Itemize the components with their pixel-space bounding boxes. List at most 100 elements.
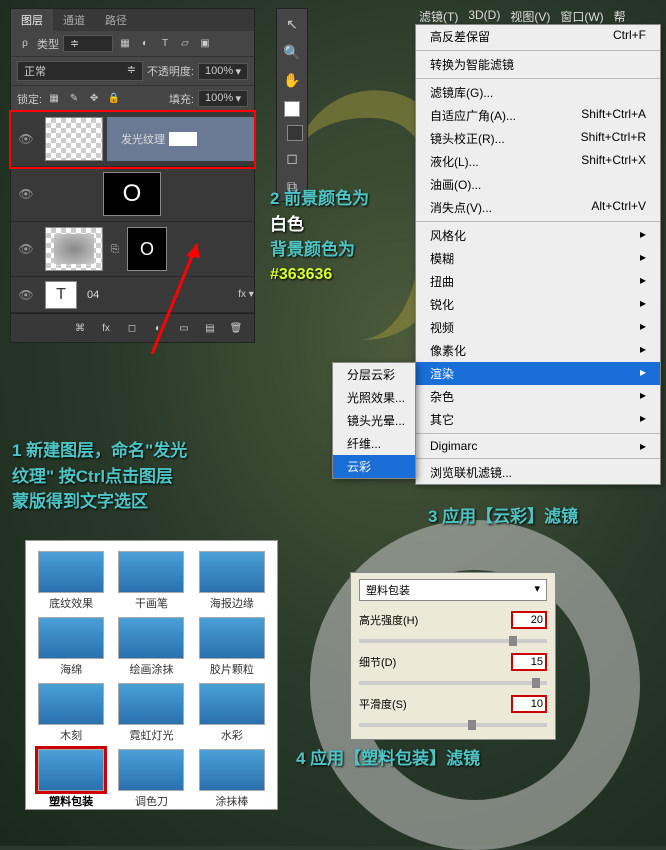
menu-item[interactable]: 其它▸ xyxy=(416,408,660,431)
tab-paths[interactable]: 路径 xyxy=(95,9,137,31)
visibility-icon[interactable]: 👁 xyxy=(11,242,41,256)
hand-tool-icon[interactable]: ✋ xyxy=(281,69,303,91)
setting-input[interactable] xyxy=(511,695,547,713)
layer-row-O-big[interactable]: 👁 O xyxy=(11,167,254,222)
annotation-step3: 3 应用【云彩】滤镜 xyxy=(428,504,578,530)
quickmask-icon[interactable]: ◻ xyxy=(281,147,303,169)
layer-row-glow-texture[interactable]: 👁 发光纹理 xyxy=(11,112,254,167)
gallery-item[interactable]: 胶片颗粒 xyxy=(197,617,267,677)
visibility-icon[interactable]: 👁 xyxy=(11,288,41,302)
layer-name: 发光纹理 xyxy=(121,131,165,147)
lock-pixels-icon[interactable]: ✎ xyxy=(66,91,82,107)
fx-button-icon[interactable]: fx xyxy=(98,320,114,336)
menu-item[interactable]: 转换为智能滤镜 xyxy=(416,53,660,76)
submenu-item[interactable]: 分层云彩 xyxy=(333,363,415,386)
layer-row-O-small[interactable]: 👁 ⎘ O xyxy=(11,222,254,277)
menu-item[interactable]: 渲染▸ xyxy=(416,362,660,385)
fill-label: 填充: xyxy=(169,91,194,107)
submenu-item[interactable]: 镜头光晕... xyxy=(333,409,415,432)
lock-label: 锁定: xyxy=(17,91,42,107)
new-layer-icon[interactable]: ▤ xyxy=(202,320,218,336)
mask-thumb[interactable] xyxy=(169,132,197,146)
menu-item[interactable]: 杂色▸ xyxy=(416,385,660,408)
filter-name-dropdown[interactable]: 塑料包装▾ xyxy=(359,579,547,601)
submenu-item[interactable]: 纤维... xyxy=(333,432,415,455)
fill-value[interactable]: 100%▾ xyxy=(198,90,248,107)
menu-item[interactable]: 风格化▸ xyxy=(416,224,660,247)
gallery-item[interactable]: 塑料包装 xyxy=(36,749,106,809)
layer-thumb[interactable] xyxy=(45,227,103,271)
filter-shape-icon[interactable]: ▱ xyxy=(177,36,193,52)
menu-item[interactable]: 视频▸ xyxy=(416,316,660,339)
foreground-color-swatch[interactable] xyxy=(284,101,300,117)
filter-adj-icon[interactable]: ◐ xyxy=(137,36,153,52)
visibility-icon[interactable]: 👁 xyxy=(11,132,41,146)
mask-O-small[interactable]: O xyxy=(127,227,167,271)
link-icon[interactable]: ⎘ xyxy=(107,241,123,257)
trash-icon[interactable]: 🗑 xyxy=(228,320,244,336)
blend-mode-dropdown[interactable]: 正常≑ xyxy=(17,61,143,81)
text-layer-icon: T xyxy=(45,281,77,309)
filter-text-icon[interactable]: T xyxy=(157,36,173,52)
menu-item[interactable]: 扭曲▸ xyxy=(416,270,660,293)
menu-item[interactable]: 镜头校正(R)...Shift+Ctrl+R xyxy=(416,127,660,150)
gallery-item[interactable]: 霓虹灯光 xyxy=(116,683,186,743)
menu-item[interactable]: 模糊▸ xyxy=(416,247,660,270)
filter-img-icon[interactable]: ▦ xyxy=(117,36,133,52)
lock-transparent-icon[interactable]: ▦ xyxy=(46,91,62,107)
gallery-item[interactable]: 底纹效果 xyxy=(36,551,106,611)
filter-menu: 高反差保留Ctrl+F 转换为智能滤镜滤镜库(G)...自适应广角(A)...Sh… xyxy=(415,24,661,485)
adjustment-icon[interactable]: ◐ xyxy=(150,320,166,336)
submenu-item[interactable]: 光照效果... xyxy=(333,386,415,409)
menu-item[interactable]: 像素化▸ xyxy=(416,339,660,362)
tab-channels[interactable]: 通道 xyxy=(53,9,95,31)
gallery-item[interactable]: 干画笔 xyxy=(116,551,186,611)
annotation-step2: 2 前景颜色为 白色 背景颜色为 #363636 xyxy=(270,186,369,287)
menu-item[interactable]: Digimarc▸ xyxy=(416,436,660,456)
filter-smart-icon[interactable]: ▣ xyxy=(197,36,213,52)
background-color-swatch[interactable] xyxy=(287,125,303,141)
layer-row-04[interactable]: 👁 T 04 fx ▾ xyxy=(11,277,254,313)
setting-input[interactable] xyxy=(511,653,547,671)
mask-O-large[interactable]: O xyxy=(103,172,161,216)
menu-item[interactable]: 高反差保留Ctrl+F xyxy=(416,25,660,48)
visibility-icon[interactable]: 👁 xyxy=(11,187,41,201)
setting-label: 高光强度(H) xyxy=(359,612,418,628)
panel-footer: ⌘ fx ◻ ◐ ▭ ▤ 🗑 xyxy=(11,313,254,342)
link-layers-icon[interactable]: ⌘ xyxy=(72,320,88,336)
gallery-item[interactable]: 海绵 xyxy=(36,617,106,677)
layer-list: 👁 发光纹理 👁 O 👁 ⎘ O 👁 T 04 fx ▾ xyxy=(11,112,254,313)
menu-item[interactable]: 油画(O)... xyxy=(416,173,660,196)
gallery-item[interactable]: 涂抹棒 xyxy=(197,749,267,809)
lock-all-icon[interactable]: 🔒 xyxy=(106,91,122,107)
fx-icon[interactable]: fx ▾ xyxy=(238,287,254,303)
menu-item[interactable]: 自适应广角(A)...Shift+Ctrl+A xyxy=(416,104,660,127)
menu-item[interactable]: 滤镜库(G)... xyxy=(416,81,660,104)
gallery-item[interactable]: 木刻 xyxy=(36,683,106,743)
menu-item[interactable]: 锐化▸ xyxy=(416,293,660,316)
slider[interactable] xyxy=(359,723,547,727)
mask-button-icon[interactable]: ◻ xyxy=(124,320,140,336)
zoom-tool-icon[interactable]: 🔍 xyxy=(281,41,303,63)
menu-item[interactable]: 消失点(V)...Alt+Ctrl+V xyxy=(416,196,660,219)
annotation-step4: 4 应用【塑料包装】滤镜 xyxy=(296,746,480,772)
gallery-item[interactable]: 水彩 xyxy=(197,683,267,743)
gallery-item[interactable]: 调色刀 xyxy=(116,749,186,809)
slider[interactable] xyxy=(359,639,547,643)
type-dropdown[interactable]: ≑ xyxy=(63,35,113,52)
move-tool-icon[interactable]: ↖ xyxy=(281,13,303,35)
submenu-item[interactable]: 云彩 xyxy=(333,455,415,478)
layer-thumb[interactable] xyxy=(45,117,103,161)
panel-tabs: 图层 通道 路径 xyxy=(11,9,254,31)
slider[interactable] xyxy=(359,681,547,685)
setting-input[interactable] xyxy=(511,611,547,629)
gallery-item[interactable]: 海报边缘 xyxy=(197,551,267,611)
menu-item[interactable]: 液化(L)...Shift+Ctrl+X xyxy=(416,150,660,173)
group-icon[interactable]: ▭ xyxy=(176,320,192,336)
menu-item[interactable]: 浏览联机滤镜... xyxy=(416,461,660,484)
gallery-item[interactable]: 绘画涂抹 xyxy=(116,617,186,677)
tab-layers[interactable]: 图层 xyxy=(11,9,53,31)
lock-position-icon[interactable]: ✥ xyxy=(86,91,102,107)
filter-type-icon[interactable]: ρ xyxy=(17,36,33,52)
opacity-value[interactable]: 100%▾ xyxy=(198,63,248,80)
